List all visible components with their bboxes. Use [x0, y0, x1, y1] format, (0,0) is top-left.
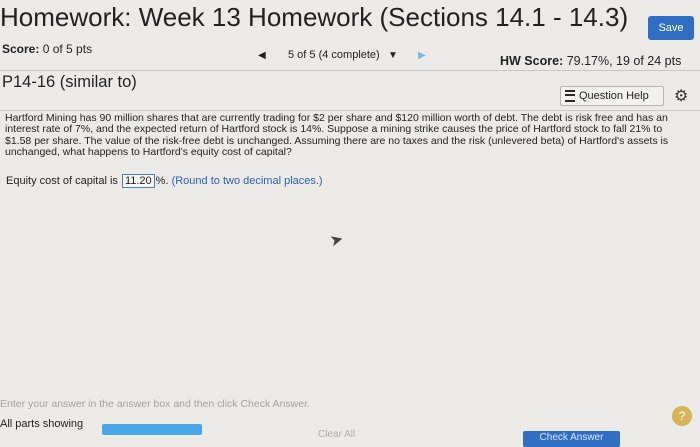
previous-question-icon[interactable]: ◀ — [258, 50, 266, 61]
help-icon[interactable]: ? — [672, 406, 692, 426]
answer-line: Equity cost of capital is 11.20%. (Round… — [6, 174, 323, 188]
question-id: P14-16 (similar to) — [2, 73, 137, 91]
question-help-button[interactable]: Question Help — [560, 86, 664, 106]
hw-score-value: 79.17%, 19 of 24 pts — [566, 54, 682, 68]
hw-score-label: HW Score: — [500, 54, 564, 68]
list-icon — [565, 90, 575, 102]
clear-all-button[interactable]: Clear All — [318, 429, 355, 440]
hw-score: HW Score: 79.17%, 19 of 24 pts — [500, 54, 681, 68]
problem-text: Hartford Mining has 90 million shares th… — [5, 112, 669, 158]
score-value: 0 of 5 pts — [42, 42, 93, 56]
page-title: Homework: Week 13 Homework (Sections 14.… — [0, 2, 629, 32]
question-help-label: Question Help — [579, 90, 649, 102]
question-divider — [0, 110, 700, 111]
mouse-cursor-icon: ➤ — [328, 230, 346, 251]
progress-bar — [102, 424, 202, 435]
score-label: Score: — [2, 42, 40, 56]
answer-hint: (Round to two decimal places.) — [171, 175, 323, 187]
instruction-text: Enter your answer in the answer box and … — [0, 398, 310, 410]
parts-showing-label: All parts showing — [0, 418, 84, 430]
header-divider — [0, 70, 700, 71]
gear-icon[interactable]: ⚙ — [674, 86, 688, 106]
chevron-down-icon[interactable]: ▼ — [388, 50, 398, 61]
score-display: Score: 0 of 5 pts — [2, 42, 92, 56]
question-position-dropdown[interactable]: 5 of 5 (4 complete) — [288, 49, 380, 61]
save-button[interactable]: Save — [648, 16, 694, 40]
next-question-icon[interactable]: ▶ — [418, 50, 426, 61]
answer-suffix: %. — [155, 175, 169, 187]
answer-prefix: Equity cost of capital is — [6, 175, 118, 187]
progress-fill — [102, 424, 202, 435]
answer-input[interactable]: 11.20 — [121, 174, 155, 188]
